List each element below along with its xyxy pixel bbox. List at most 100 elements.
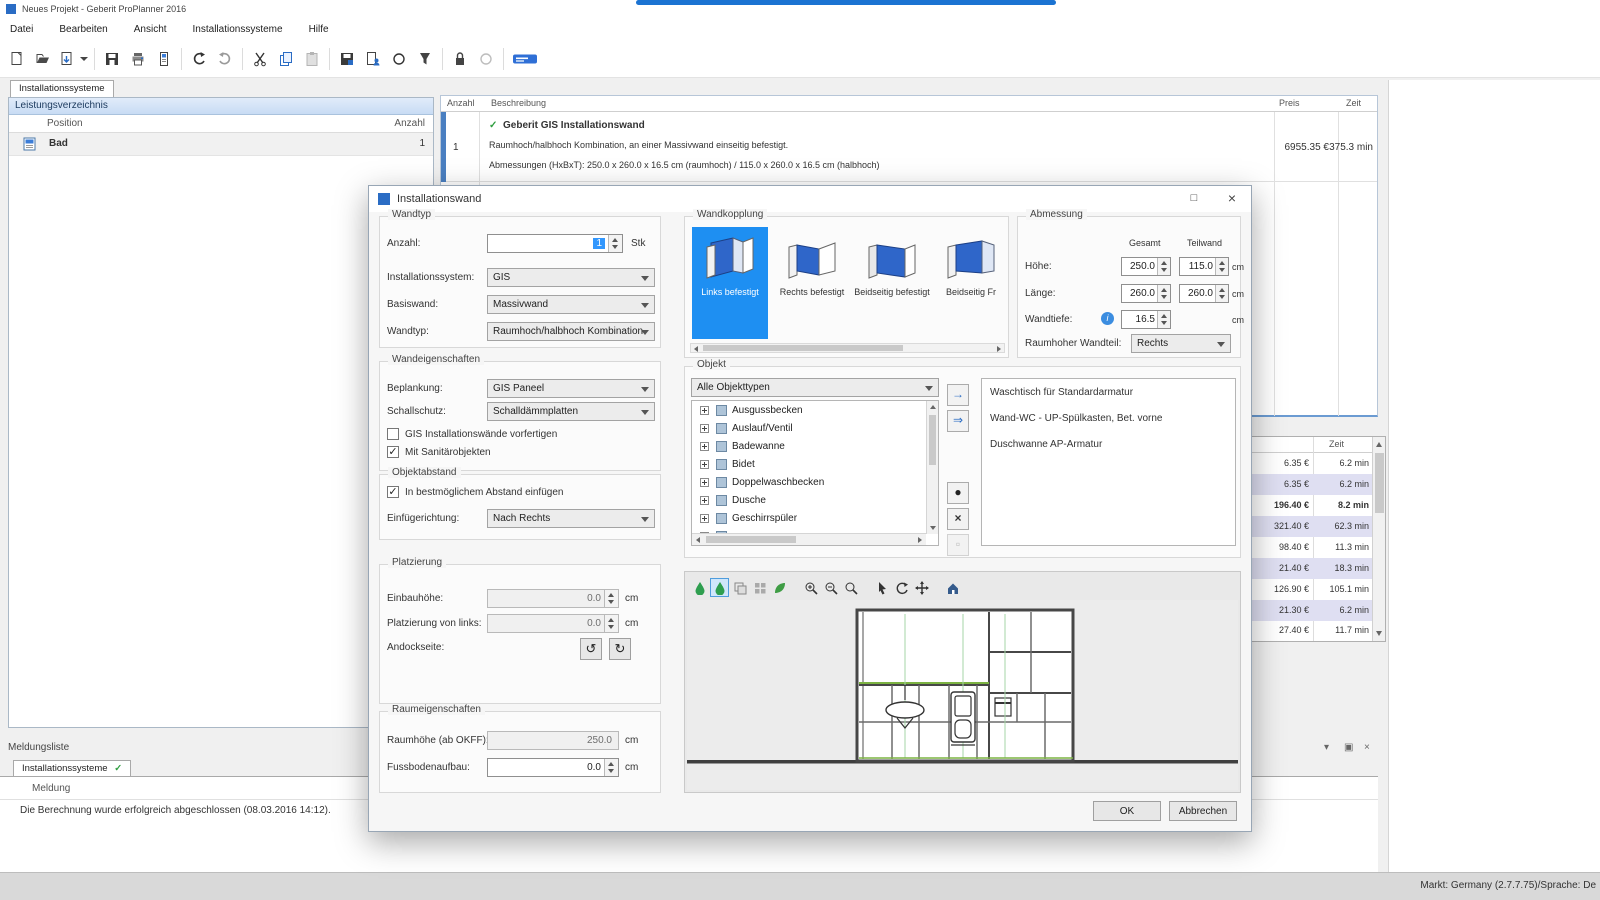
close-icon[interactable]: × [1213, 186, 1251, 211]
export-user-icon[interactable] [360, 46, 386, 72]
rotate-left-button[interactable]: ↺ [580, 638, 602, 660]
open-file-icon[interactable] [30, 46, 56, 72]
menu-datei[interactable]: Datei [10, 24, 33, 35]
clear-objects-button[interactable]: ▫ [947, 534, 969, 556]
kopplung-beidseitig-befestigt[interactable]: Beidseitig befestigt [854, 227, 930, 339]
table-row[interactable]: 6.35 €6.2 min [1251, 453, 1373, 474]
kopplung-rechts-befestigt[interactable]: Rechts befestigt [774, 227, 850, 339]
tab-meldungen-installationssysteme[interactable]: Installationssysteme ✓ [13, 760, 131, 777]
einbauhoehe-spinner[interactable] [604, 590, 618, 607]
meldung-row[interactable]: Die Berechnung wurde erfolgreich abgesch… [20, 805, 331, 816]
lv-detail-row[interactable]: 1 ✓ Geberit GIS Installationswand Raumho… [441, 112, 1377, 182]
help-disabled-icon[interactable] [473, 46, 499, 72]
menu-installationssysteme[interactable]: Installationssysteme [193, 24, 283, 35]
wandtiefe-field[interactable]: 16.5 [1121, 310, 1171, 329]
zoom-fit-icon[interactable] [841, 578, 860, 597]
table-row[interactable]: 21.40 €18.3 min [1251, 558, 1373, 579]
spinner[interactable] [1157, 285, 1170, 302]
select-object-button[interactable]: ● [947, 482, 969, 504]
menu-bearbeiten[interactable]: Bearbeiten [59, 24, 107, 35]
copy-icon[interactable] [273, 46, 299, 72]
pan-icon[interactable] [912, 578, 931, 597]
table-row[interactable]: 27.40 €11.7 min [1251, 621, 1373, 641]
add-object-button[interactable]: → [947, 384, 969, 406]
position-row-bad[interactable]: Bad 1 [9, 133, 433, 156]
table-row[interactable]: 6.35 €6.2 min [1251, 474, 1373, 495]
dialog-titlebar[interactable]: Installationswand □ × [369, 186, 1251, 212]
menu-hilfe[interactable]: Hilfe [309, 24, 329, 35]
add-all-objects-button[interactable]: ⇒ [947, 410, 969, 432]
cancel-button[interactable]: Abbrechen [1169, 801, 1237, 821]
expander-icon[interactable] [700, 406, 709, 415]
save-template-icon[interactable] [334, 46, 360, 72]
zoom-out-icon[interactable] [821, 578, 840, 597]
basiswand-select[interactable]: Massivwand [487, 295, 655, 314]
list-item[interactable]: Duschwanne AP-Armatur [990, 439, 1102, 450]
expander-icon[interactable] [700, 478, 709, 487]
laenge-gesamt-field[interactable]: 260.0 [1121, 284, 1171, 303]
redo-icon[interactable] [212, 46, 238, 72]
filter-icon[interactable] [412, 46, 438, 72]
tree-item-auslauf-ventil[interactable]: Auslauf/Ventil [692, 419, 926, 437]
cold-water-icon[interactable] [690, 578, 709, 597]
raumhoehe-field[interactable]: 250.0 [487, 731, 619, 750]
expander-icon[interactable] [700, 496, 709, 505]
paste-icon[interactable] [299, 46, 325, 72]
table-row[interactable]: 126.90 €105.1 min [1251, 579, 1373, 600]
anzahl-field[interactable]: 1 [487, 234, 623, 253]
grid-icon[interactable] [750, 578, 769, 597]
vonlinks-spinner[interactable] [604, 615, 618, 632]
tree-item-dusche[interactable]: Dusche [692, 491, 926, 509]
new-file-icon[interactable] [4, 46, 30, 72]
rotate-right-button[interactable]: ↻ [609, 638, 631, 660]
table-row[interactable]: 21.30 €6.2 min [1251, 600, 1373, 621]
list-item[interactable]: Wand-WC - UP-Spülkasten, Bet. vorne [990, 413, 1162, 424]
tree-hscrollbar[interactable] [692, 533, 926, 545]
objekttyp-filter-select[interactable]: Alle Objekttypen [691, 378, 939, 397]
wandtyp-select[interactable]: Raumhoch/halbhoch Kombination [487, 322, 655, 341]
tree-item-doppelwaschbecken[interactable]: Doppelwaschbecken [692, 473, 926, 491]
preview-canvas[interactable] [687, 600, 1238, 790]
hoehe-teilwand-field[interactable]: 115.0 [1179, 257, 1229, 276]
save-as-icon[interactable] [56, 46, 90, 72]
lock-icon[interactable] [447, 46, 473, 72]
panel-close-icon[interactable]: × [1364, 742, 1370, 753]
info-panel-icon[interactable] [508, 46, 542, 72]
einbauhoehe-field[interactable]: 0.0 [487, 589, 619, 608]
tree-item-bidet[interactable]: Bidet [692, 455, 926, 473]
table-row[interactable]: 98.40 €11.3 min [1251, 537, 1373, 558]
vonlinks-field[interactable]: 0.0 [487, 614, 619, 633]
beplankung-select[interactable]: GIS Paneel [487, 379, 655, 398]
remove-object-button[interactable]: × [947, 508, 969, 530]
report-icon[interactable] [151, 46, 177, 72]
spinner[interactable] [1157, 258, 1170, 275]
zoom-in-icon[interactable] [801, 578, 820, 597]
expander-icon[interactable] [700, 424, 709, 433]
layers-icon[interactable] [730, 578, 749, 597]
fussboden-field[interactable]: 0.0 [487, 758, 619, 777]
maximize-icon[interactable]: □ [1175, 186, 1213, 211]
cut-icon[interactable] [247, 46, 273, 72]
home-view-icon[interactable] [943, 578, 962, 597]
hoehe-gesamt-field[interactable]: 250.0 [1121, 257, 1171, 276]
schallschutz-select[interactable]: Schalldämmplatten [487, 402, 655, 421]
table-row[interactable]: 196.40 €8.2 min [1251, 495, 1373, 516]
panel-minimize-icon[interactable]: ▾ [1324, 742, 1329, 753]
tree-vscrollbar[interactable] [926, 401, 938, 534]
table-row[interactable]: 321.40 €62.3 min [1251, 516, 1373, 537]
save-icon[interactable] [99, 46, 125, 72]
ok-button[interactable]: OK [1093, 801, 1161, 821]
print-icon[interactable] [125, 46, 151, 72]
kopplung-scrollbar[interactable] [690, 343, 1005, 353]
table-scrollbar[interactable] [1372, 437, 1385, 641]
anzahl-spinner[interactable] [608, 235, 622, 252]
list-item[interactable]: Waschtisch für Standardarmatur [990, 387, 1133, 398]
installationssystem-select[interactable]: GIS [487, 268, 655, 287]
tab-installationssysteme[interactable]: Installationssysteme [10, 80, 114, 97]
kopplung-links-befestigt[interactable]: Links befestigt [692, 227, 768, 339]
circle-tool-icon[interactable] [386, 46, 412, 72]
select-cursor-icon[interactable] [872, 578, 891, 597]
laenge-teilwand-field[interactable]: 260.0 [1179, 284, 1229, 303]
leaf-icon[interactable] [770, 578, 789, 597]
tree-item-ausgussbecken[interactable]: Ausgussbecken [692, 401, 926, 419]
